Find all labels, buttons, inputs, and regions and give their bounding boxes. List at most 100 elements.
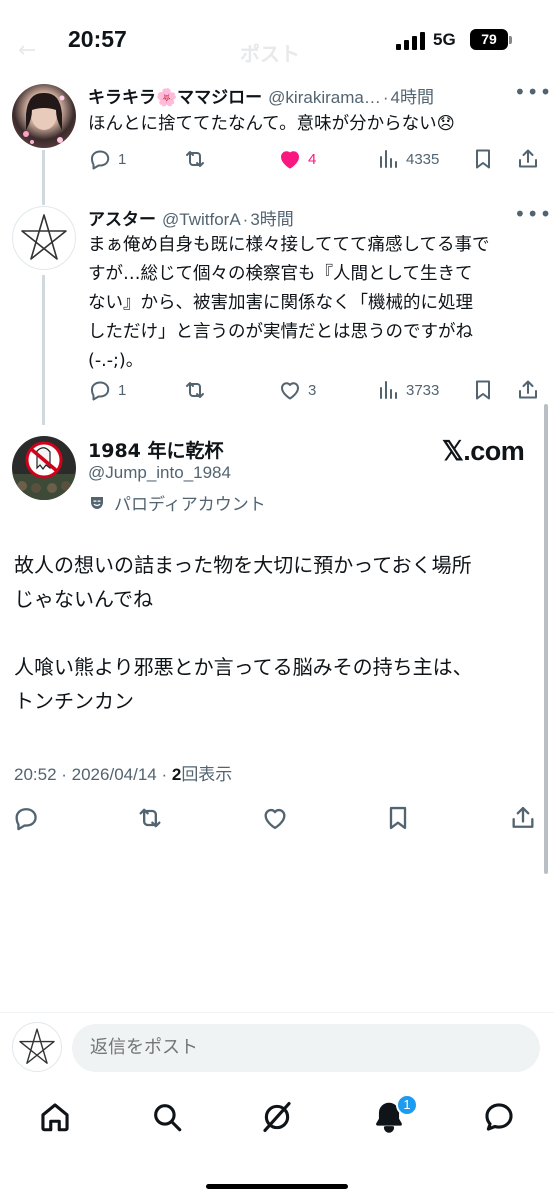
retweet-icon [139, 808, 161, 828]
grok-icon [263, 1101, 291, 1133]
tweet-header: アスター @TwitforA · 3時間 [88, 205, 294, 230]
display-name[interactable]: アスター [88, 210, 156, 230]
views-button[interactable]: 3733 [376, 375, 439, 405]
home-indicator[interactable] [206, 1184, 348, 1189]
avatar[interactable] [12, 84, 76, 148]
notification-badge: 1 [396, 1094, 418, 1116]
tweet-line: すが…総じて個々の検察官も『人間として生きて [88, 264, 473, 284]
messages-icon [485, 1103, 513, 1131]
share-icon [519, 380, 537, 399]
tweet-text: まぁ俺め自身も既に様々接しててて痛感してる事で すが…総じて個々の検察官も『人間… [88, 231, 540, 376]
heart-icon [281, 382, 299, 400]
bookmark-button[interactable] [471, 375, 495, 405]
share-button[interactable] [516, 144, 540, 174]
tweet-text: ほんとに捨ててたなんて。意味が分からない😞 [88, 114, 455, 134]
tweet-line: しただけ」と言うのが実情だとは思うのですがね [88, 322, 473, 342]
like-button[interactable]: 4 [278, 144, 316, 174]
battery-icon: 79 [470, 29, 508, 50]
handle[interactable]: @TwitforA [162, 210, 241, 229]
ghost-logo-avatar-icon [12, 441, 76, 500]
pentagram-avatar-icon [19, 1028, 55, 1064]
reply-button[interactable]: 1 [88, 144, 126, 174]
avatar[interactable] [12, 206, 76, 270]
scrollbar[interactable] [544, 404, 548, 874]
bottom-nav [0, 1090, 554, 1150]
retweet-icon [186, 382, 204, 398]
main-tweet-text: 故人の想いの詰まった物を大切に預かっておく場所 じゃないんでね 人喰い熊より邪悪… [14, 548, 544, 752]
more-icon[interactable]: ••• [514, 202, 552, 226]
tweet-time: 3時間 [250, 210, 294, 229]
retweet-icon [186, 151, 204, 167]
avatar[interactable] [12, 436, 76, 500]
reply-input[interactable] [72, 1024, 540, 1072]
source-label: 𝕏.com [442, 436, 525, 466]
views-label: 回表示 [181, 765, 233, 784]
tweet-actions: 1 4 4335 [88, 144, 542, 174]
divider [0, 1012, 554, 1013]
tweet-meta: 20:52 · 2026/04/14 · 2回表示 [14, 760, 232, 785]
handle[interactable]: @kirakirama… [268, 88, 381, 107]
tweet-line: (-.-;)。 [88, 351, 144, 371]
like-button[interactable] [261, 804, 289, 836]
reply-count: 1 [118, 381, 127, 399]
tweet-line: まぁ俺め自身も既に様々接しててて痛感してる事で [88, 235, 490, 255]
tweet-time: 4時間 [390, 88, 434, 107]
main-tweet-actions [0, 804, 554, 836]
display-name[interactable]: キラキラ🌸ママジロー [88, 88, 262, 108]
views-button[interactable]: 4335 [376, 144, 439, 174]
text-line: 人喰い熊より邪悪とか言ってる脳みその持ち主は、 [14, 655, 473, 679]
status-time: 20:57 [68, 26, 127, 52]
reply-count: 1 [118, 150, 127, 168]
paragraph: 故人の想いの詰まった物を大切に預かっておく場所 じゃないんでね [14, 548, 544, 616]
more-icon[interactable]: ••• [514, 80, 552, 104]
handle[interactable]: @Jump_into_1984 [88, 463, 231, 483]
like-count: 3 [308, 381, 317, 399]
text-line: 故人の想いの詰まった物を大切に預かっておく場所 [14, 553, 472, 577]
nav-grok[interactable] [260, 1100, 296, 1136]
tweet-line: ない』から、被害加害に関係なく「機械的に処理 [88, 293, 473, 313]
like-count: 4 [308, 150, 317, 168]
views-icon [380, 381, 397, 399]
share-button[interactable] [509, 804, 537, 836]
thread-line [42, 275, 45, 425]
like-button[interactable]: 3 [278, 375, 316, 405]
theater-mask-icon [91, 496, 103, 509]
signal-icon [396, 32, 426, 50]
bookmark-icon [476, 380, 490, 400]
page-title: ポスト [240, 42, 300, 66]
status-bar: 20:57 ← ポスト 5G 79 [0, 0, 554, 80]
reply-icon [91, 381, 110, 401]
avatar-image [23, 92, 65, 144]
back-button[interactable]: ← [18, 38, 36, 63]
paragraph: 人喰い熊より邪悪とか言ってる脳みその持ち主は、 トンチンカン [14, 650, 544, 718]
reply-button[interactable]: 1 [88, 375, 126, 405]
tweet-header: キラキラ🌸ママジロー @kirakirama… · 4時間 [88, 83, 434, 108]
views-count: 3733 [406, 381, 440, 399]
display-name[interactable]: 1984 年に乾杯 [88, 436, 224, 463]
reply-button[interactable] [12, 804, 40, 836]
retweet-button[interactable] [136, 804, 164, 836]
text-line: トンチンカン [14, 689, 134, 713]
own-avatar[interactable] [12, 1022, 62, 1072]
parody-label: パロディアカウント [88, 490, 266, 515]
retweet-button[interactable] [183, 144, 207, 174]
bookmark-button[interactable] [384, 804, 412, 836]
retweet-button[interactable] [183, 375, 207, 405]
share-icon [519, 149, 537, 168]
reply-icon [15, 808, 37, 831]
views-icon [380, 150, 397, 168]
nav-search[interactable] [150, 1100, 186, 1136]
share-button[interactable] [516, 375, 540, 405]
search-icon [154, 1104, 182, 1132]
separator: · [242, 210, 249, 229]
parody-text: パロディアカウント [114, 495, 266, 515]
nav-messages[interactable] [482, 1100, 518, 1136]
nav-home[interactable] [38, 1100, 74, 1136]
share-icon [512, 806, 534, 828]
pentagram-avatar-icon [21, 214, 67, 260]
bookmark-button[interactable] [471, 144, 495, 174]
views-count: 4335 [406, 150, 440, 168]
battery-tip [509, 36, 512, 44]
network-label: 5G [433, 30, 456, 49]
views-count: 2 [171, 765, 182, 784]
